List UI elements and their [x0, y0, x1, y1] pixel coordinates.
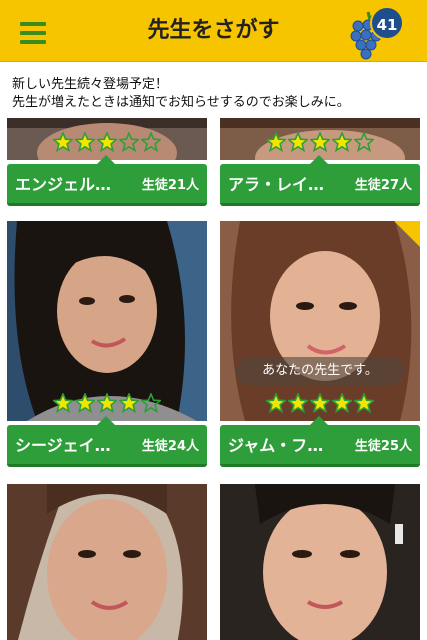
teacher-card[interactable]: [220, 484, 420, 640]
teacher-name: エンジェル…: [15, 175, 112, 194]
name-bar-notch: [97, 155, 115, 164]
star-filled-icon: [288, 132, 308, 152]
your-teacher-tag: あなたの先生です。: [236, 357, 404, 385]
star-filled-icon: [288, 393, 308, 413]
star-filled-icon: [97, 132, 117, 152]
corner-flag-icon: [394, 221, 420, 247]
grape-points-button[interactable]: 41: [348, 4, 408, 60]
teacher-photo: [220, 118, 420, 160]
teacher-name-bar: シージェイ… 生徒24人: [7, 416, 207, 467]
teacher-card[interactable]: [7, 484, 207, 640]
announcement-line-2: 先生が増えたときは通知でお知らせするのでお楽しみに。: [12, 95, 350, 110]
teacher-name-bar: エンジェル… 生徒21人: [7, 155, 207, 206]
teacher-photo: [7, 118, 207, 160]
star-filled-icon: [75, 393, 95, 413]
teacher-photo: あなたの先生です。: [220, 221, 420, 421]
teacher-photo: [7, 484, 207, 640]
student-count: 生徒25人: [354, 439, 412, 454]
teacher-photo: [7, 221, 207, 421]
announcement-line-1: 新しい先生続々登場予定！: [12, 77, 169, 92]
star-empty-icon: [354, 132, 374, 152]
teacher-card[interactable]: エンジェル… 生徒21人: [7, 118, 207, 208]
star-filled-icon: [119, 393, 139, 413]
teacher-card[interactable]: あなたの先生です。 ジャム・フ… 生徒25人: [220, 221, 420, 471]
star-rating: [7, 132, 207, 154]
student-count: 生徒24人: [141, 439, 199, 454]
student-count: 生徒21人: [141, 178, 199, 193]
star-filled-icon: [266, 393, 286, 413]
announcement-text: 新しい先生続々登場予定！ 先生が増えたときは通知でお知らせするのでお楽しみに。: [0, 62, 427, 118]
star-empty-icon: [141, 132, 161, 152]
name-bar-notch: [310, 155, 328, 164]
star-filled-icon: [53, 393, 73, 413]
star-rating: [220, 132, 420, 154]
teacher-card[interactable]: シージェイ… 生徒24人: [7, 221, 207, 471]
star-filled-icon: [97, 393, 117, 413]
teacher-name-bar: アラ・レイ… 生徒27人: [220, 155, 420, 206]
teacher-name: シージェイ…: [15, 436, 111, 455]
star-filled-icon: [53, 132, 73, 152]
star-filled-icon: [332, 393, 352, 413]
teacher-photo: [220, 484, 420, 640]
star-filled-icon: [310, 132, 330, 152]
teacher-name: ジャム・フ…: [228, 436, 324, 455]
app-header: 先生をさがす 41: [0, 0, 427, 62]
star-filled-icon: [75, 132, 95, 152]
teacher-card[interactable]: アラ・レイ… 生徒27人: [220, 118, 420, 208]
star-rating: [220, 393, 420, 415]
star-rating: [7, 393, 207, 415]
teacher-grid: エンジェル… 生徒21人 アラ・レイ… 生徒27人 シージェイ… 生徒24人 あ…: [0, 118, 427, 640]
star-empty-icon: [141, 393, 161, 413]
teacher-name: アラ・レイ…: [228, 175, 325, 194]
star-filled-icon: [266, 132, 286, 152]
star-empty-icon: [119, 132, 139, 152]
teacher-name-bar: ジャム・フ… 生徒25人: [220, 416, 420, 467]
name-bar-notch: [310, 416, 328, 425]
star-filled-icon: [310, 393, 330, 413]
notification-badge: 41: [370, 6, 404, 40]
name-bar-notch: [97, 416, 115, 425]
star-filled-icon: [332, 132, 352, 152]
star-filled-icon: [354, 393, 374, 413]
student-count: 生徒27人: [354, 178, 412, 193]
